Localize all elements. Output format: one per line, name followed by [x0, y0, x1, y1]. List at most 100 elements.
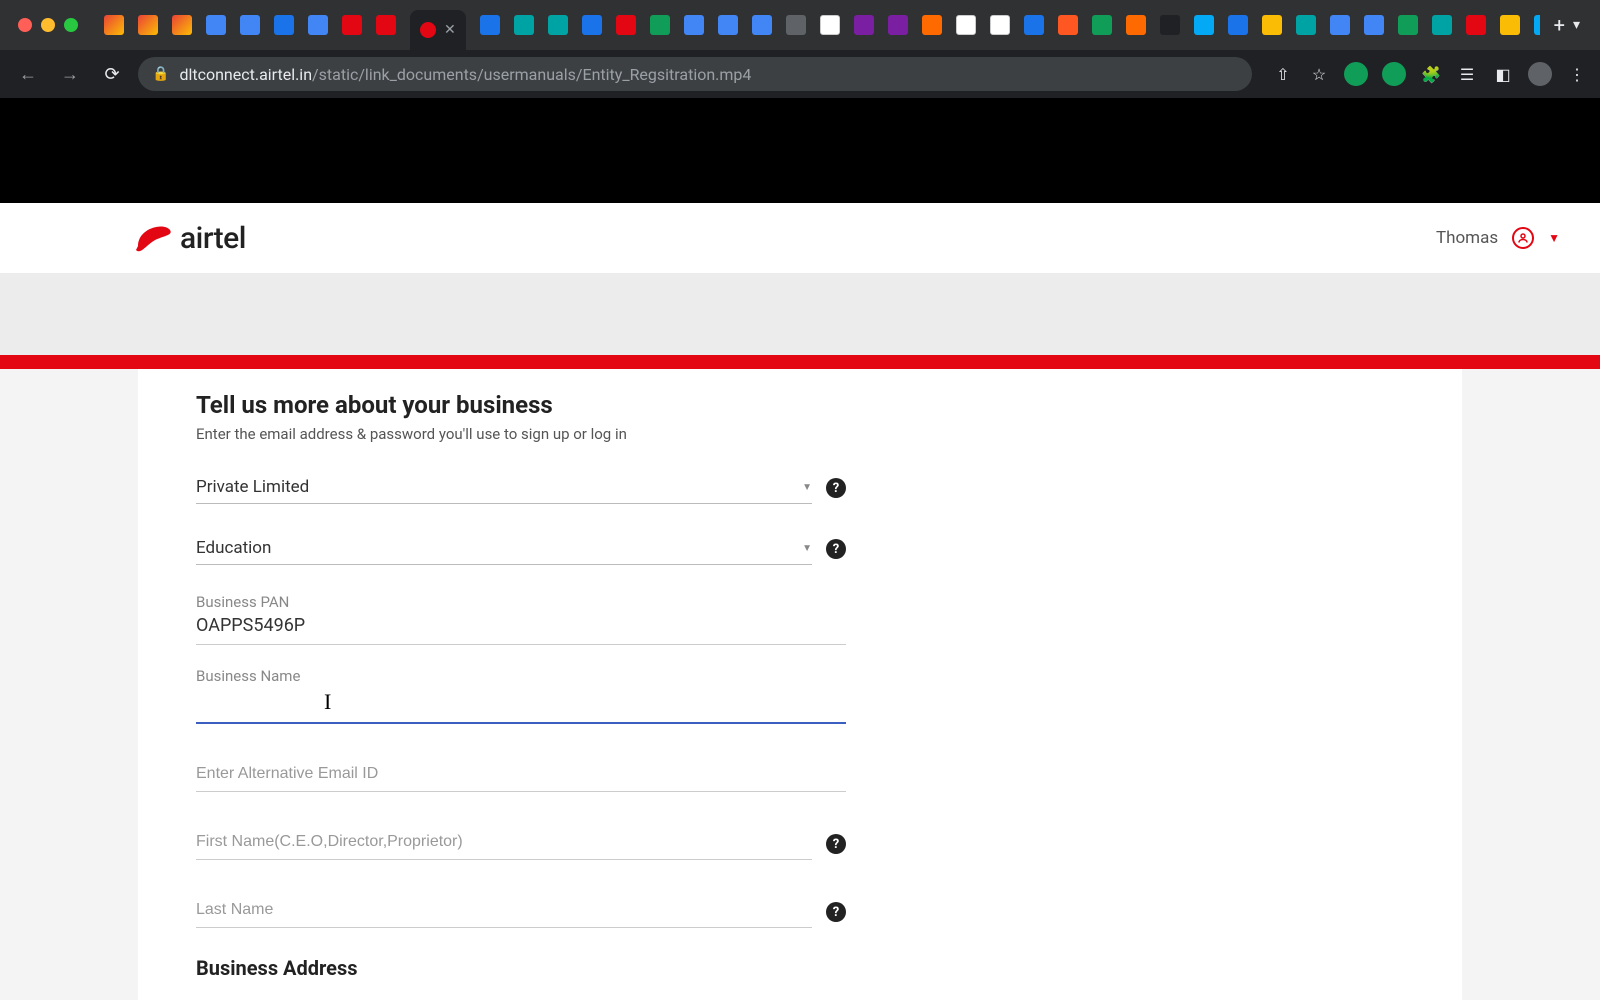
business-form-card: Tell us more about your business Enter t… — [138, 369, 1462, 1000]
active-tab[interactable]: ✕ — [410, 10, 466, 50]
background-tab[interactable] — [514, 15, 534, 35]
background-tab[interactable] — [548, 15, 568, 35]
bizname-input[interactable] — [196, 689, 846, 724]
background-tab[interactable] — [1432, 15, 1452, 35]
industry-select[interactable]: Education ▼ — [196, 532, 812, 565]
chevron-down-icon: ▼ — [802, 543, 812, 554]
background-tab[interactable] — [138, 15, 158, 35]
help-icon[interactable]: ? — [826, 902, 846, 922]
background-tab[interactable] — [922, 15, 942, 35]
background-tab[interactable] — [1534, 15, 1540, 35]
url-path: /static/link_documents/usermanuals/Entit… — [312, 65, 751, 84]
background-tab[interactable] — [480, 15, 500, 35]
page-frame: ▼ airtel Thomas ▼ — [0, 203, 1600, 1000]
video-viewport: ▼ airtel Thomas ▼ — [0, 98, 1600, 1000]
background-tab[interactable] — [1330, 15, 1350, 35]
background-tab[interactable] — [820, 15, 840, 35]
altemail-input[interactable] — [196, 758, 846, 792]
background-tab[interactable] — [956, 15, 976, 35]
background-tab[interactable] — [990, 15, 1010, 35]
background-tab[interactable] — [752, 15, 772, 35]
background-tab[interactable] — [1092, 15, 1112, 35]
text-cursor-icon: I — [324, 689, 331, 715]
background-tab[interactable] — [582, 15, 602, 35]
background-tab[interactable] — [206, 15, 226, 35]
background-tab[interactable] — [1364, 15, 1384, 35]
window-minimize-button[interactable] — [41, 18, 55, 32]
background-tab[interactable] — [718, 15, 738, 35]
back-button[interactable]: ← — [12, 58, 44, 90]
extension-grammarly-icon[interactable] — [1344, 62, 1368, 86]
pan-value: OAPPS5496P — [196, 615, 846, 645]
background-tab[interactable] — [308, 15, 328, 35]
bizname-label: Business Name — [196, 667, 846, 685]
background-tab[interactable] — [1398, 15, 1418, 35]
window-fullscreen-button[interactable] — [64, 18, 78, 32]
tab-favicon-icon — [420, 22, 436, 38]
background-tab[interactable] — [684, 15, 704, 35]
banner-spacer — [0, 273, 1600, 355]
background-tab[interactable] — [1024, 15, 1044, 35]
background-tab[interactable] — [888, 15, 908, 35]
background-tab[interactable] — [616, 15, 636, 35]
user-avatar-icon[interactable] — [1512, 227, 1534, 249]
background-tab[interactable] — [1160, 15, 1180, 35]
background-tab[interactable] — [1262, 15, 1282, 35]
letterbox-top — [0, 98, 1600, 203]
firstname-input[interactable] — [196, 826, 812, 860]
background-tab[interactable] — [1058, 15, 1078, 35]
address-bar: ← → ⟳ 🔒 dltconnect.airtel.in/static/link… — [0, 50, 1600, 98]
profile-avatar[interactable] — [1528, 62, 1552, 86]
industry-value: Education — [196, 538, 271, 558]
url-field[interactable]: 🔒 dltconnect.airtel.in/static/link_docum… — [138, 57, 1252, 91]
background-tab[interactable] — [786, 15, 806, 35]
window-close-button[interactable] — [18, 18, 32, 32]
accent-bar — [0, 355, 1600, 369]
help-icon[interactable]: ? — [826, 539, 846, 559]
sidepanel-icon[interactable]: ◧ — [1492, 63, 1514, 85]
background-tab[interactable] — [274, 15, 294, 35]
browser-chrome: ✕ + ▾ ← → ⟳ 🔒 dltconnect.airtel.in/stati… — [0, 0, 1600, 98]
tab-close-icon[interactable]: ✕ — [444, 22, 456, 38]
window-controls — [18, 18, 78, 32]
share-icon[interactable]: ⇧ — [1272, 63, 1294, 85]
extension-icon[interactable] — [1382, 62, 1406, 86]
reading-list-icon[interactable]: ☰ — [1456, 63, 1478, 85]
new-tab-button[interactable]: + — [1554, 13, 1565, 37]
brand-logo[interactable]: airtel — [130, 216, 246, 260]
user-name: Thomas — [1436, 228, 1498, 248]
background-tab[interactable] — [240, 15, 260, 35]
kebab-menu-icon[interactable]: ⋮ — [1566, 63, 1588, 85]
user-menu-caret-icon[interactable]: ▼ — [1548, 231, 1560, 245]
reload-button[interactable]: ⟳ — [96, 58, 128, 90]
help-icon[interactable]: ? — [826, 478, 846, 498]
tab-strip: ✕ + ▾ — [0, 0, 1600, 50]
url-host: dltconnect.airtel.in — [179, 65, 312, 84]
background-tab[interactable] — [1194, 15, 1214, 35]
background-tab[interactable] — [104, 15, 124, 35]
background-tab[interactable] — [1296, 15, 1316, 35]
company-type-select[interactable]: Private Limited ▼ — [196, 471, 812, 504]
background-tab[interactable] — [376, 15, 396, 35]
background-tab[interactable] — [1466, 15, 1486, 35]
help-icon[interactable]: ? — [826, 834, 846, 854]
background-tab[interactable] — [1228, 15, 1248, 35]
background-tab[interactable] — [650, 15, 670, 35]
form-subtitle: Enter the email address & password you'l… — [196, 425, 1404, 443]
brand-logo-icon — [130, 216, 174, 260]
tabs-overflow-button[interactable]: ▾ — [1573, 17, 1580, 33]
bookmark-star-icon[interactable]: ☆ — [1308, 63, 1330, 85]
chevron-down-icon: ▼ — [802, 482, 812, 493]
address-heading: Business Address — [196, 956, 1404, 980]
background-tab[interactable] — [172, 15, 192, 35]
brand-logo-text: airtel — [180, 221, 246, 256]
background-tab[interactable] — [854, 15, 874, 35]
app-topbar: airtel Thomas ▼ — [0, 203, 1600, 273]
company-type-value: Private Limited — [196, 477, 309, 497]
extensions-puzzle-icon[interactable]: 🧩 — [1420, 63, 1442, 85]
background-tab[interactable] — [1500, 15, 1520, 35]
lastname-input[interactable] — [196, 894, 812, 928]
background-tab[interactable] — [342, 15, 362, 35]
forward-button[interactable]: → — [54, 58, 86, 90]
background-tab[interactable] — [1126, 15, 1146, 35]
